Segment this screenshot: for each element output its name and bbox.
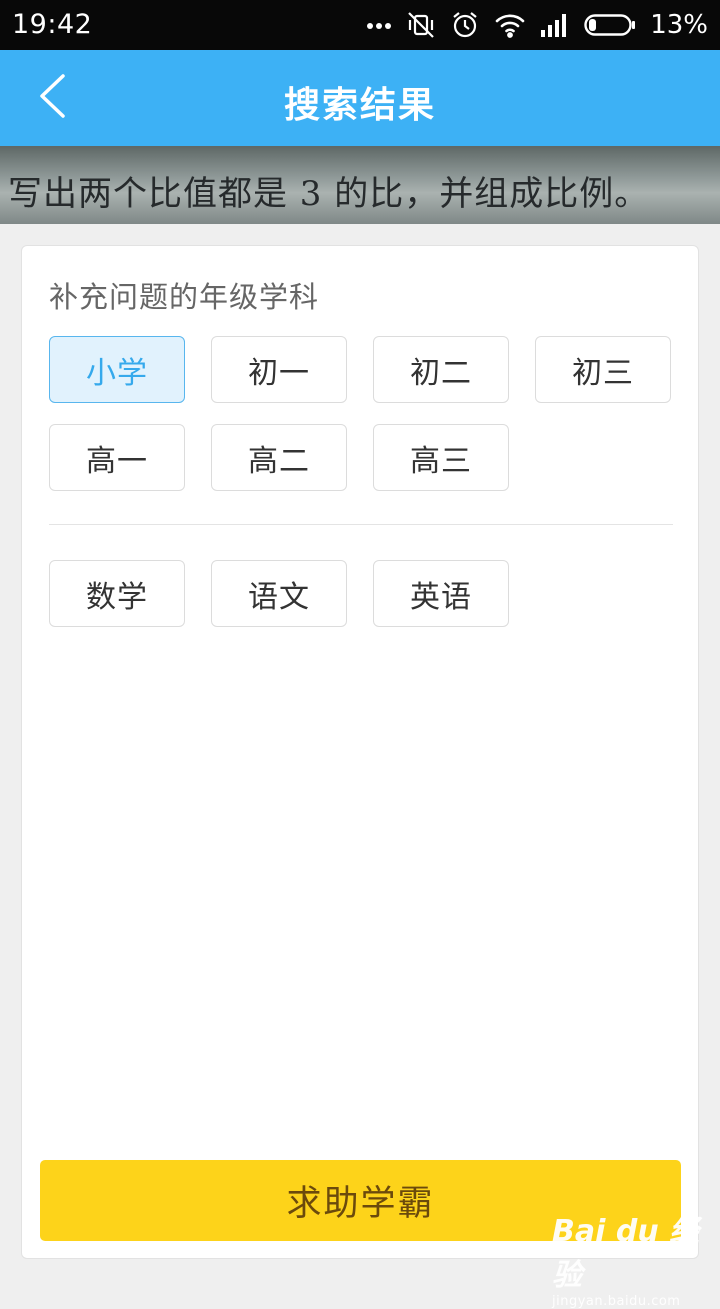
- question-image-text: 写出两个比值都是 3 的比，并组成比例。: [8, 174, 650, 214]
- grade-chip-junior-2[interactable]: 初二: [373, 336, 509, 403]
- wifi-icon: [494, 12, 526, 38]
- panel-heading: 补充问题的年级学科: [49, 280, 320, 314]
- page-title: 搜索结果: [283, 85, 436, 126]
- grade-chip-primary[interactable]: 小学: [49, 336, 185, 403]
- status-time: 19:42: [12, 9, 93, 40]
- battery-percent: 13%: [650, 10, 708, 40]
- watermark-brand: Bai du 经验: [552, 1214, 700, 1293]
- battery-icon: [584, 13, 636, 37]
- question-image: 写出两个比值都是 3 的比，并组成比例。: [0, 146, 720, 224]
- divider: [49, 524, 673, 525]
- top-navbar: 搜索结果: [0, 50, 720, 146]
- grade-subject-panel: 补充问题的年级学科 小学 初一 初二 初三 高一 高二 高三 数学 语文 英语 …: [21, 245, 699, 1259]
- signal-icon: [540, 12, 570, 38]
- status-bar: 19:42 13%: [0, 0, 720, 50]
- grade-chip-junior-3[interactable]: 初三: [535, 336, 671, 403]
- subject-chip-english[interactable]: 英语: [373, 560, 509, 627]
- grade-chip-senior-3[interactable]: 高三: [373, 424, 509, 491]
- more-dots-icon: [366, 20, 392, 30]
- alarm-icon: [450, 10, 480, 40]
- watermark: Bai du 经验 jingyan.baidu.com: [552, 1206, 712, 1309]
- grade-chip-junior-1[interactable]: 初一: [211, 336, 347, 403]
- grade-chip-senior-1[interactable]: 高一: [49, 424, 185, 491]
- subject-chip-chinese[interactable]: 语文: [211, 560, 347, 627]
- vibrate-off-icon: [406, 10, 436, 40]
- grade-chip-senior-2[interactable]: 高二: [211, 424, 347, 491]
- watermark-url: jingyan.baidu.com: [552, 1294, 681, 1309]
- subject-chip-math[interactable]: 数学: [49, 560, 185, 627]
- status-icons: 13%: [366, 8, 708, 42]
